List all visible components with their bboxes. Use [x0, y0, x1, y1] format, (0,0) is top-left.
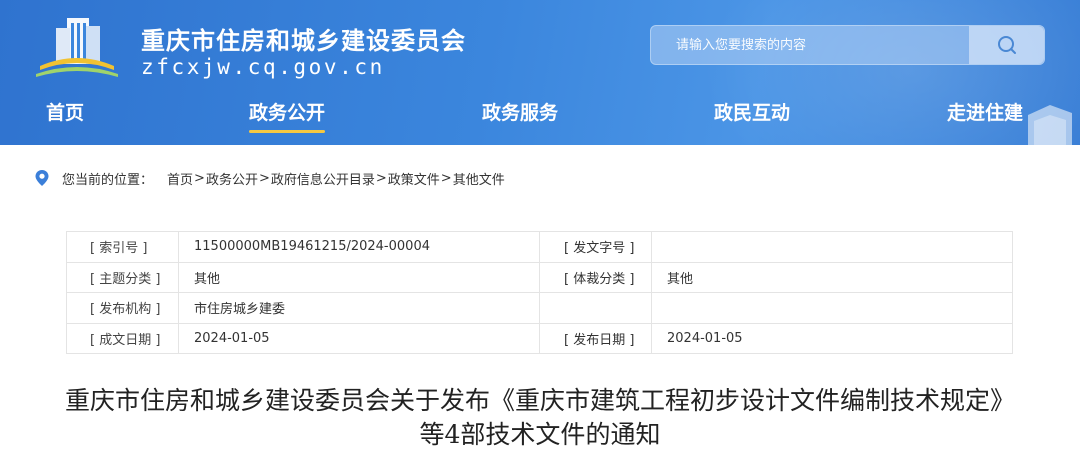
document-title-line: 等4部技术文件的通知 [419, 420, 661, 449]
breadcrumb-item-home[interactable]: 首页 [167, 169, 193, 188]
document-title: 重庆市住房和城乡建设委员会关于发布《重庆市建筑工程初步设计文件编制技术规定》 等… [0, 384, 1080, 452]
table-row: [ 索引号 ] 11500000MB19461215/2024-00004 [ … [66, 231, 1013, 263]
nav-item-government-affairs[interactable]: 政务公开 [249, 98, 326, 133]
search-input[interactable] [651, 26, 971, 64]
table-row: [ 发布机构 ] 市住房城乡建委 [66, 292, 1013, 324]
meta-value: 市住房城乡建委 [178, 292, 540, 324]
meta-key: [ 发布日期 ] [539, 322, 652, 354]
location-pin-icon [35, 170, 49, 186]
breadcrumb: 您当前的位置： 首页 > 政务公开 > 政府信息公开目录 > 政策文件 > 其他… [34, 168, 505, 188]
nav-item-about[interactable]: 走进住建 [947, 98, 1023, 125]
meta-value: 2024-01-05 [178, 322, 540, 354]
site-domain: zfcxjw.cq.gov.cn [141, 55, 385, 79]
meta-key: [ 发文字号 ] [539, 231, 652, 263]
meta-value: 11500000MB19461215/2024-00004 [178, 231, 540, 263]
breadcrumb-item-government-affairs[interactable]: 政务公开 [206, 169, 258, 188]
meta-value [651, 231, 1013, 263]
table-row: [ 主题分类 ] 其他 [ 体裁分类 ] 其他 [66, 261, 1013, 293]
building-decoration-icon [1028, 105, 1072, 145]
meta-value [651, 292, 1013, 324]
document-meta-table: [ 索引号 ] 11500000MB19461215/2024-00004 [ … [66, 231, 1013, 354]
meta-key: [ 体裁分类 ] [539, 261, 652, 293]
meta-value: 2024-01-05 [651, 322, 1013, 354]
search-icon [997, 36, 1016, 54]
document-title-line: 重庆市住房和城乡建设委员会关于发布《重庆市建筑工程初步设计文件编制技术规定》 [64, 386, 1015, 415]
breadcrumb-item-info-catalog[interactable]: 政府信息公开目录 [271, 169, 375, 188]
meta-key [539, 292, 652, 324]
breadcrumb-separator: > [194, 170, 205, 186]
breadcrumb-label: 您当前的位置： [62, 172, 154, 188]
breadcrumb-separator: > [440, 170, 452, 186]
breadcrumb-item-other-docs[interactable]: 其他文件 [453, 169, 505, 188]
breadcrumb-item-policy-docs[interactable]: 政策文件 [388, 169, 440, 188]
nav-item-public-interaction[interactable]: 政民互动 [714, 98, 790, 125]
main-nav: 首页 政务公开 政务服务 政民互动 走进住建 [0, 98, 1080, 138]
search-button[interactable] [969, 26, 1044, 64]
meta-value: 其他 [651, 261, 1013, 293]
site-logo-icon[interactable] [34, 14, 120, 80]
nav-item-government-services[interactable]: 政务服务 [482, 98, 558, 125]
table-row: [ 成文日期 ] 2024-01-05 [ 发布日期 ] 2024-01-05 [66, 322, 1013, 354]
meta-value: 其他 [178, 261, 540, 293]
search-box [650, 25, 1045, 65]
breadcrumb-separator: > [375, 170, 387, 186]
site-header: 重庆市住房和城乡建设委员会 zfcxjw.cq.gov.cn 首页 政务公开 政… [0, 0, 1080, 145]
meta-key: [ 主题分类 ] [66, 261, 179, 293]
meta-key: [ 索引号 ] [66, 231, 179, 263]
meta-key: [ 成文日期 ] [66, 322, 179, 354]
meta-key: [ 发布机构 ] [66, 292, 179, 324]
site-title[interactable]: 重庆市住房和城乡建设委员会 [141, 21, 466, 56]
breadcrumb-separator: > [258, 170, 270, 186]
nav-item-home[interactable]: 首页 [46, 98, 84, 125]
